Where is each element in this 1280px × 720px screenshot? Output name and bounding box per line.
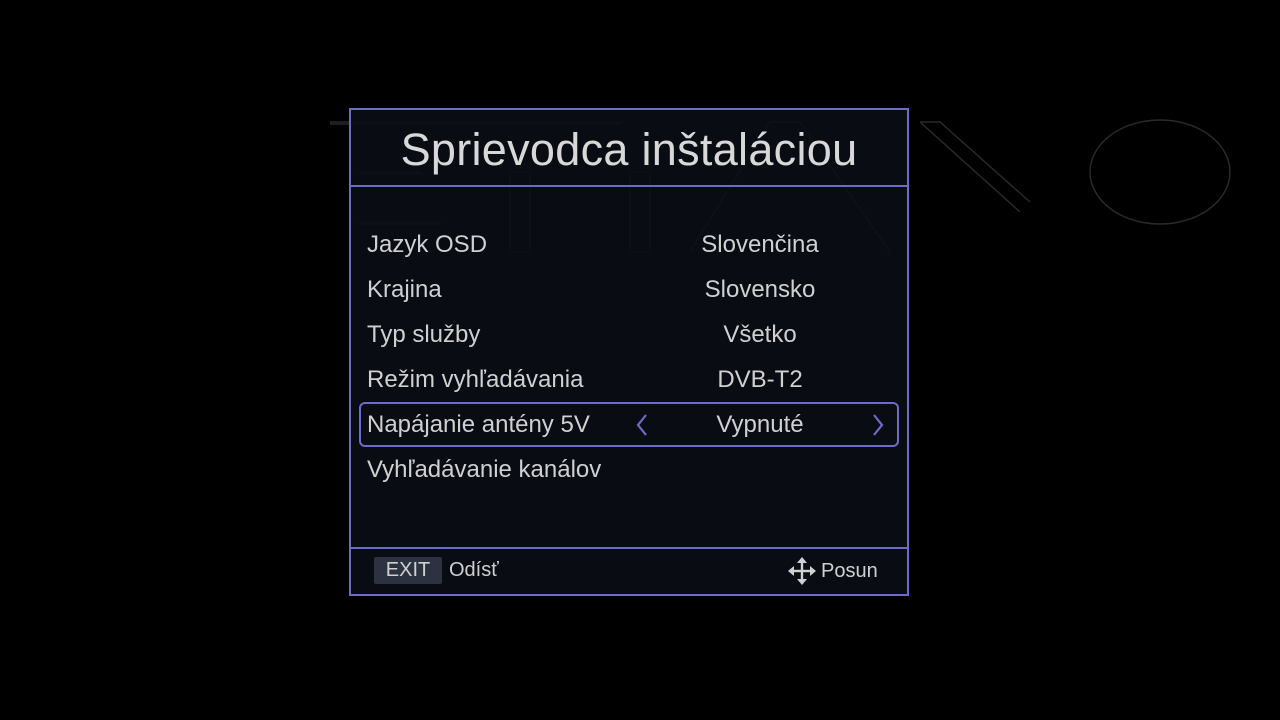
menu-item-country[interactable]: Krajina Slovensko — [359, 267, 899, 312]
exit-key-badge[interactable]: EXIT — [374, 557, 442, 584]
menu-item-label: Napájanie antény 5V — [367, 411, 590, 438]
chevron-left-icon[interactable] — [635, 413, 649, 437]
menu-item-label: Typ služby — [367, 321, 481, 348]
dialog-footer: EXIT Odísť Posun — [351, 547, 907, 596]
menu-item-value: Všetko — [723, 321, 797, 348]
move-arrows-icon — [788, 557, 816, 585]
menu-item-value: Vypnuté — [716, 411, 804, 438]
menu-item-channel-search[interactable]: Vyhľadávanie kanálov — [359, 447, 899, 492]
installation-wizard-dialog: Sprievodca inštaláciou Jazyk OSD Slovenč… — [349, 108, 909, 596]
tv-screen: Sprievodca inštaláciou Jazyk OSD Slovenč… — [0, 0, 1280, 720]
menu-item-label: Jazyk OSD — [367, 231, 488, 258]
menu-item-label: Vyhľadávanie kanálov — [367, 456, 602, 483]
menu-item-label: Režim vyhľadávania — [367, 366, 584, 393]
menu-item-search-mode[interactable]: Režim vyhľadávania DVB-T2 — [359, 357, 899, 402]
menu-item-service-type[interactable]: Typ služby Všetko — [359, 312, 899, 357]
dialog-header: Sprievodca inštaláciou — [351, 110, 907, 187]
menu-item-antenna-power[interactable]: Napájanie antény 5V Vypnuté — [359, 402, 899, 447]
menu-item-osd-language[interactable]: Jazyk OSD Slovenčina — [359, 222, 899, 267]
chevron-right-icon[interactable] — [871, 413, 885, 437]
menu-item-value: Slovensko — [704, 276, 816, 303]
menu-item-value: DVB-T2 — [717, 366, 803, 393]
exit-hint-label: Odísť — [449, 559, 499, 581]
move-hint-label: Posun — [821, 560, 878, 582]
dialog-title: Sprievodca inštaláciou — [400, 124, 858, 175]
settings-menu: Jazyk OSD Slovenčina Krajina Slovensko T… — [359, 222, 899, 492]
menu-item-label: Krajina — [367, 276, 442, 303]
menu-item-value: Slovenčina — [701, 231, 819, 258]
